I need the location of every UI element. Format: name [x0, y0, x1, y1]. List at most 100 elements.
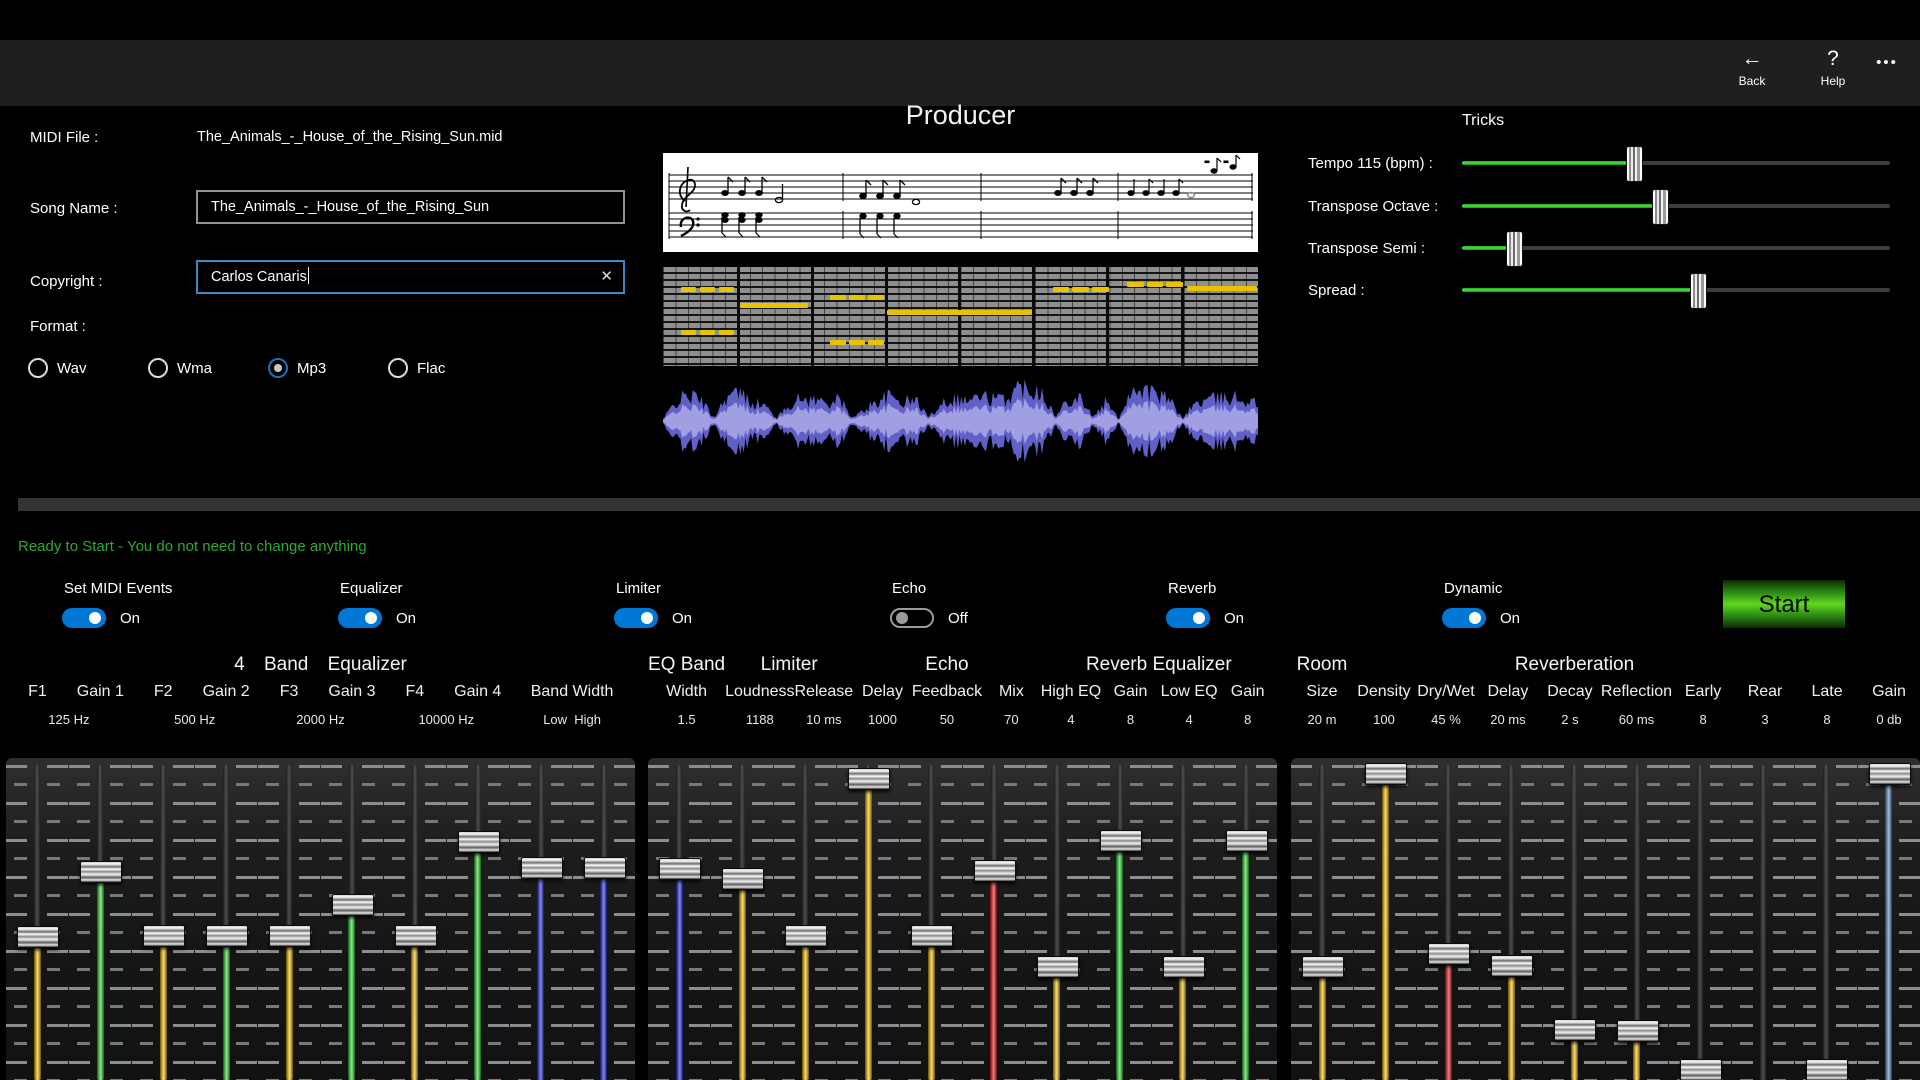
slider-fill: [1462, 161, 1633, 165]
fader-low-eq[interactable]: [1151, 758, 1214, 1080]
fader-handle[interactable]: [1226, 830, 1268, 852]
back-button[interactable]: ← Back: [1717, 46, 1787, 88]
slider-handle[interactable]: [1626, 146, 1643, 182]
trick-slider-label: Tempo 115 (bpm) :: [1308, 155, 1433, 172]
fader-handle[interactable]: [1302, 956, 1344, 978]
fader-f2[interactable]: [132, 758, 195, 1080]
fader-f4[interactable]: [383, 758, 446, 1080]
fader-band-width-low[interactable]: [509, 758, 572, 1080]
fader-handle[interactable]: [143, 925, 185, 947]
fader-band-width-high[interactable]: [572, 758, 635, 1080]
fader-handle[interactable]: [722, 868, 764, 890]
tick-marks: [573, 765, 594, 1080]
fader-handle[interactable]: [659, 858, 701, 880]
fader-handle[interactable]: [785, 925, 827, 947]
fader-late[interactable]: [1794, 758, 1857, 1080]
slider-handle[interactable]: [1506, 231, 1523, 267]
fader-handle[interactable]: [1554, 1019, 1596, 1041]
back-arrow-icon: ←: [1717, 46, 1787, 72]
format-radio-flac[interactable]: Flac: [388, 358, 508, 378]
tick-marks: [1395, 765, 1416, 1080]
fader-handle[interactable]: [911, 925, 953, 947]
trick-slider-transpose-octave[interactable]: [1462, 204, 1890, 208]
fader-mix[interactable]: [963, 758, 1026, 1080]
fader-reflection[interactable]: [1606, 758, 1669, 1080]
fader-f1[interactable]: [6, 758, 69, 1080]
fader-reverb-gain[interactable]: [1857, 758, 1920, 1080]
copyright-input[interactable]: Carlos Canaris ✕: [196, 260, 625, 294]
fader-track: [1760, 765, 1766, 1080]
fader-handle[interactable]: [206, 925, 248, 947]
panel-header: RoomReverberationSizeDensityDry/WetDelay…: [1291, 650, 1920, 731]
fader-handle[interactable]: [1163, 956, 1205, 978]
fader-feedback[interactable]: [900, 758, 963, 1080]
fader-early[interactable]: [1668, 758, 1731, 1080]
format-radio-wav[interactable]: Wav: [28, 358, 148, 378]
fader-decay[interactable]: [1543, 758, 1606, 1080]
tick-marks: [1026, 765, 1047, 1080]
fader-handle[interactable]: [1037, 956, 1079, 978]
tick-marks: [941, 765, 962, 1080]
fader-low-eq-gain[interactable]: [1214, 758, 1277, 1080]
fader-high-eq-gain[interactable]: [1088, 758, 1151, 1080]
column-value: 2000 Hz: [258, 707, 384, 731]
slider-handle[interactable]: [1652, 189, 1669, 225]
toggle-switch[interactable]: [1166, 608, 1210, 628]
toggle-switch[interactable]: [614, 608, 658, 628]
more-options-icon[interactable]: •••: [1864, 54, 1910, 71]
fader-room-size[interactable]: [1291, 758, 1354, 1080]
fader-f3[interactable]: [258, 758, 321, 1080]
fader-handle[interactable]: [1428, 943, 1470, 965]
slider-handle[interactable]: [1690, 273, 1707, 309]
section-divider[interactable]: [18, 498, 1920, 511]
tick-marks: [648, 765, 669, 1080]
fader-reverb-delay[interactable]: [1480, 758, 1543, 1080]
fader-density[interactable]: [1354, 758, 1417, 1080]
fader-handle[interactable]: [1617, 1020, 1659, 1042]
start-button[interactable]: Start: [1723, 580, 1845, 628]
fader-handle[interactable]: [17, 926, 59, 948]
copyright-text: Carlos Canaris: [211, 269, 307, 285]
fader-gain-3[interactable]: [321, 758, 384, 1080]
fader-rear[interactable]: [1731, 758, 1794, 1080]
fader-handle[interactable]: [848, 768, 890, 790]
song-name-input[interactable]: The_Animals_-_House_of_the_Rising_Sun: [196, 190, 625, 224]
trick-slider-spread[interactable]: [1462, 288, 1890, 292]
toggle-switch[interactable]: [890, 608, 934, 628]
fader-handle[interactable]: [1806, 1059, 1848, 1080]
fader-handle[interactable]: [974, 860, 1016, 882]
fader-high-eq[interactable]: [1025, 758, 1088, 1080]
fader-handle[interactable]: [458, 831, 500, 853]
fader-handle[interactable]: [80, 861, 122, 883]
fader-handle[interactable]: [1869, 763, 1911, 785]
fader-gain-2[interactable]: [195, 758, 258, 1080]
clear-text-icon[interactable]: ✕: [600, 262, 613, 292]
fader-handle[interactable]: [269, 925, 311, 947]
slider-fill: [1462, 288, 1697, 292]
toggle-switch[interactable]: [338, 608, 382, 628]
fader-handle[interactable]: [1100, 830, 1142, 852]
help-button[interactable]: ? Help: [1798, 46, 1868, 88]
fader-release[interactable]: [774, 758, 837, 1080]
fader-gain-4[interactable]: [446, 758, 509, 1080]
fader-eq-band-width[interactable]: [648, 758, 711, 1080]
piano-roll-preview: [663, 267, 1258, 366]
trick-slider-transpose-semi[interactable]: [1462, 246, 1890, 250]
fader-handle[interactable]: [584, 857, 626, 879]
fader-handle[interactable]: [521, 857, 563, 879]
trick-slider-tempo[interactable]: [1462, 161, 1890, 165]
fader-gain-1[interactable]: [69, 758, 132, 1080]
fader-handle[interactable]: [395, 925, 437, 947]
toggle-switch[interactable]: [1442, 608, 1486, 628]
fader-handle[interactable]: [1365, 763, 1407, 785]
radio-circle-icon: [268, 358, 288, 378]
fader-handle[interactable]: [1491, 955, 1533, 977]
toggle-switch[interactable]: [62, 608, 106, 628]
fader-loudness[interactable]: [711, 758, 774, 1080]
fader-handle[interactable]: [1680, 1059, 1722, 1080]
fader-handle[interactable]: [332, 894, 374, 916]
format-radio-wma[interactable]: Wma: [148, 358, 268, 378]
fader-dry-wet[interactable]: [1417, 758, 1480, 1080]
fader-echo-delay[interactable]: [837, 758, 900, 1080]
format-radio-mp3[interactable]: Mp3: [268, 358, 388, 378]
